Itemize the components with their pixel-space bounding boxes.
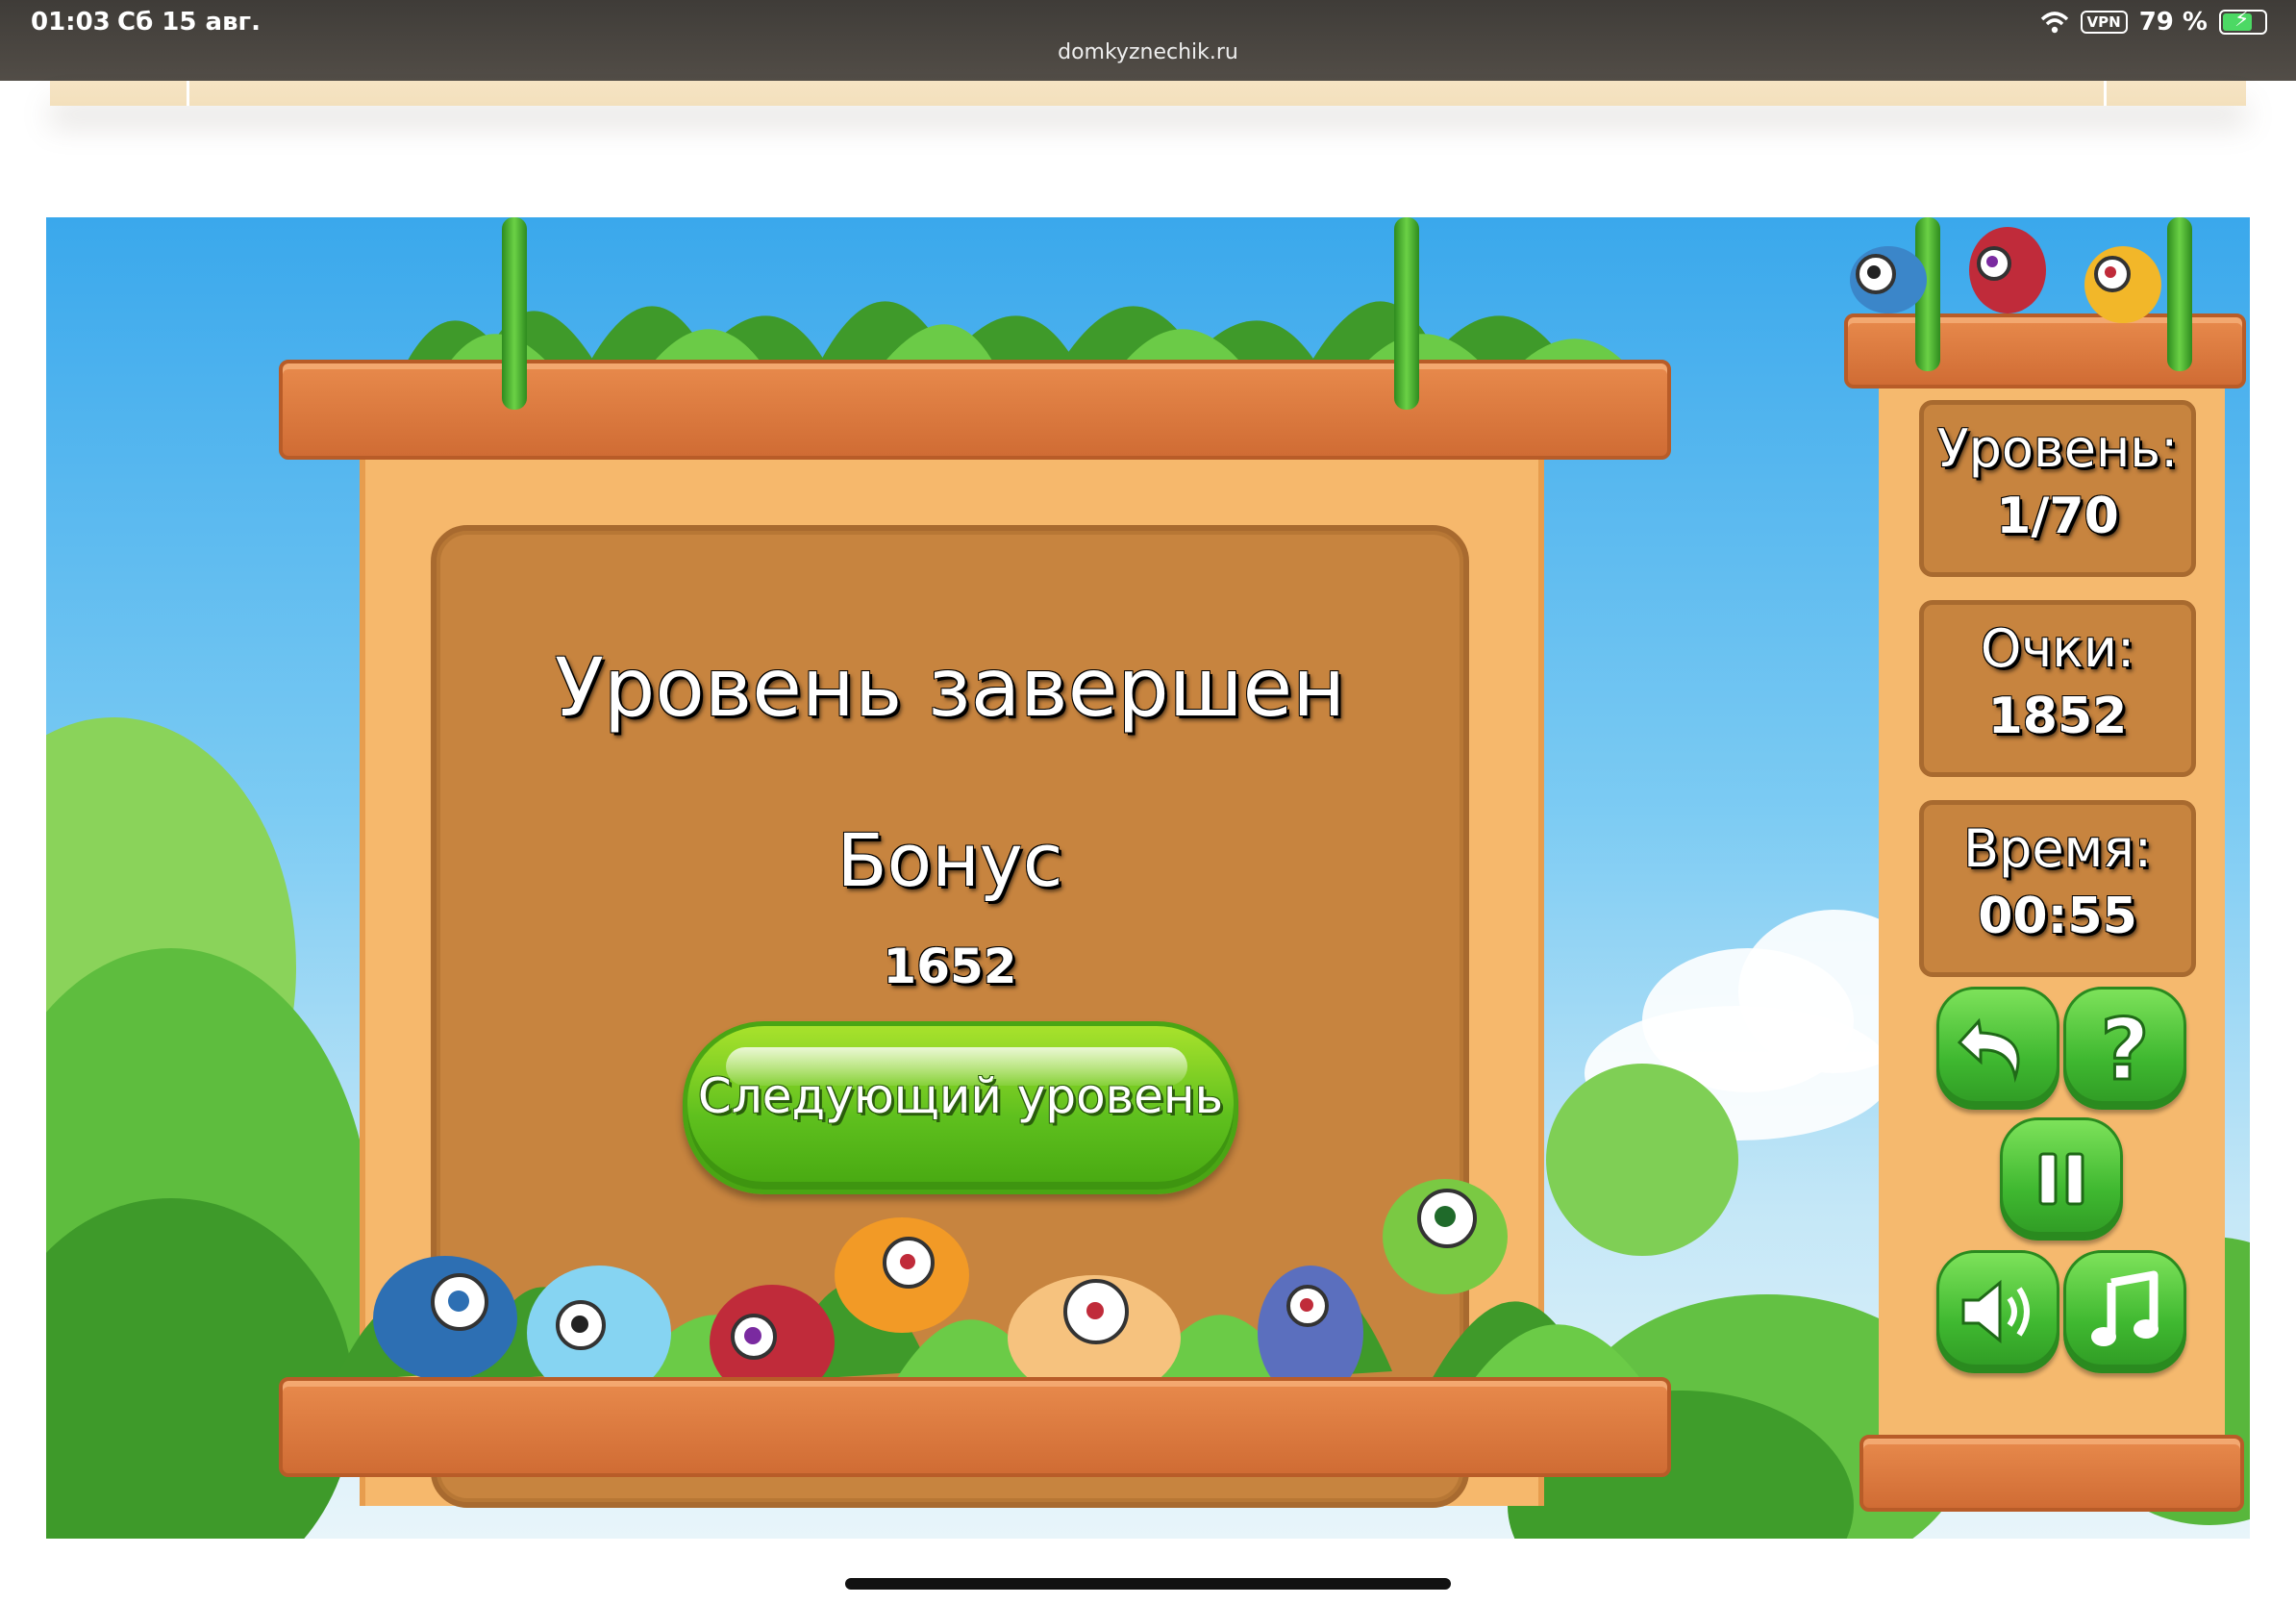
bonus-label: Бонус xyxy=(836,817,1063,903)
bottom-plank xyxy=(279,1377,1671,1477)
score-value: 1852 xyxy=(1987,688,2128,745)
pause-button[interactable] xyxy=(2000,1117,2123,1241)
level-complete-title: Уровень завершен xyxy=(554,640,1346,735)
top-plank xyxy=(279,360,1671,460)
sound-button[interactable] xyxy=(1936,1250,2059,1373)
level-value: 1/70 xyxy=(1996,488,2119,545)
help-icon: ? xyxy=(2099,1000,2151,1096)
level-label: Уровень: xyxy=(1936,418,2179,479)
status-bar: 01:03 Сб 15 авг. domkyznechik.ru VPN 79 … xyxy=(0,0,2296,81)
time-label: Время: xyxy=(1963,818,2152,879)
side-bottom-plank xyxy=(1859,1435,2244,1512)
vpn-badge: VPN xyxy=(2080,11,2128,34)
undo-button[interactable] xyxy=(1936,987,2059,1110)
time-box: Время: 00:55 xyxy=(1919,800,2196,977)
side-bird-red xyxy=(1969,227,2046,313)
svg-text:?: ? xyxy=(2100,1000,2149,1096)
site-nav-strip xyxy=(50,81,2246,106)
music-button[interactable] xyxy=(2063,1250,2186,1373)
battery-percent: 79 % xyxy=(2138,8,2208,37)
vine-left xyxy=(502,217,527,410)
help-button[interactable]: ? xyxy=(2063,987,2186,1110)
wifi-icon xyxy=(2040,12,2068,34)
home-indicator[interactable] xyxy=(845,1578,1451,1590)
sound-icon xyxy=(1961,1279,2030,1344)
side-bird-blue xyxy=(1850,246,1927,313)
status-date: Сб 15 авг. xyxy=(117,8,261,37)
next-level-label: Следующий уровень xyxy=(697,1068,1224,1124)
undo-icon xyxy=(1957,1017,2020,1083)
bird-blue-dark xyxy=(373,1256,517,1381)
address-url[interactable]: domkyznechik.ru xyxy=(0,40,2296,64)
pause-icon xyxy=(2038,1152,2084,1206)
score-label: Очки: xyxy=(1980,618,2135,679)
game-canvas[interactable]: Уровень завершен Бонус 1652 Следующий ур… xyxy=(46,217,2250,1539)
status-time: 01:03 xyxy=(31,8,111,37)
level-box: Уровень: 1/70 xyxy=(1919,400,2196,577)
time-value: 00:55 xyxy=(1978,888,2137,945)
bonus-value: 1652 xyxy=(883,939,1017,994)
status-right: VPN 79 % ⚡ xyxy=(2040,8,2267,37)
side-bird-yellow xyxy=(2084,246,2161,323)
battery-charging-icon: ⚡ xyxy=(2219,8,2267,35)
bird-orange xyxy=(835,1217,969,1333)
music-icon xyxy=(2091,1270,2159,1346)
side-vine-right xyxy=(2167,217,2192,371)
vine-right xyxy=(1394,217,1419,410)
score-box: Очки: 1852 xyxy=(1919,600,2196,777)
bird-green xyxy=(1383,1179,1508,1294)
